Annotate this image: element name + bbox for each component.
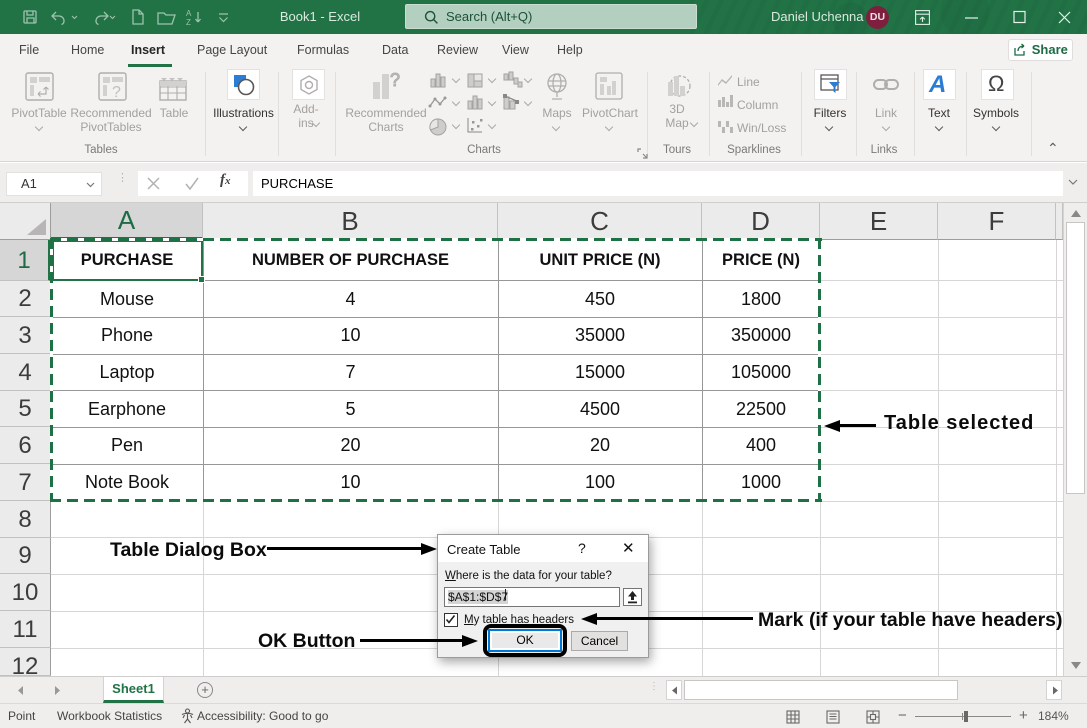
svg-text:?: ?	[112, 84, 121, 101]
svg-text:Z: Z	[186, 18, 191, 27]
svg-text:?: ?	[390, 70, 400, 90]
svg-text:A: A	[186, 9, 192, 18]
